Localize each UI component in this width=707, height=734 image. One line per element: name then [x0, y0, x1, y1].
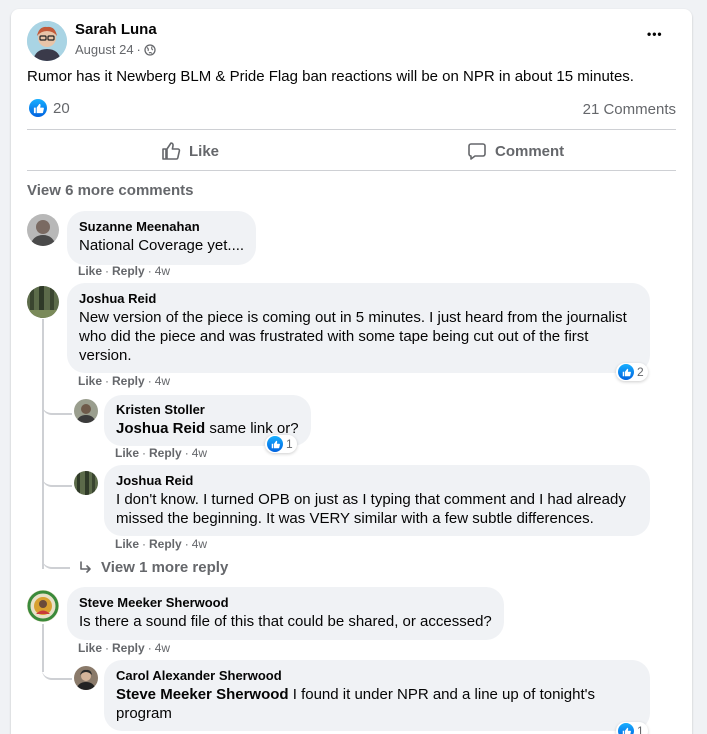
comment-text: New version of the piece is coming out i…	[79, 309, 627, 364]
post-text: Rumor has it Newberg BLM & Pride Flag ba…	[27, 68, 634, 85]
dot-separator: ·	[105, 641, 110, 655]
reaction-count: 1	[286, 437, 293, 451]
comment-reply-link[interactable]: Reply	[112, 374, 145, 388]
comment-author[interactable]: Suzanne Meenahan	[79, 219, 244, 234]
reply-author[interactable]: Joshua Reid	[116, 473, 638, 488]
replier-avatar[interactable]	[74, 471, 98, 495]
reply-timestamp[interactable]: 4w	[192, 537, 207, 551]
reaction-summary[interactable]: 20	[29, 99, 70, 117]
comment-bubble: Joshua Reid New version of the piece is …	[67, 283, 650, 373]
post-date[interactable]: August 24	[75, 42, 134, 57]
reply-reply-link[interactable]: Reply	[149, 446, 182, 460]
comment-timestamp[interactable]: 4w	[155, 641, 170, 655]
comment-bubble: Suzanne Meenahan National Coverage yet..…	[67, 211, 257, 265]
comment-button-label: Comment	[495, 142, 565, 160]
comment-like-link[interactable]: Like	[78, 374, 102, 388]
reply-mention[interactable]: Steve Meeker Sherwood	[116, 686, 289, 703]
comment-actions: Like · Reply · 4w	[78, 264, 170, 278]
reply-bubble: Joshua Reid I don't know. I turned OPB o…	[104, 465, 650, 536]
like-reaction-icon	[618, 723, 634, 734]
dot-separator: ·	[105, 264, 110, 278]
reply-actions: Like · Reply · 4w	[115, 537, 207, 551]
thread-line	[42, 319, 44, 569]
comment-reaction-badge[interactable]: 2	[616, 363, 648, 381]
reply-reaction-badge[interactable]: 1	[616, 722, 648, 734]
thread-line	[42, 624, 44, 672]
meta-separator: ·	[136, 42, 141, 57]
reply-reply-link[interactable]: Reply	[149, 537, 182, 551]
comment-actions: Like · Reply · 4w	[78, 374, 170, 388]
comment-reply-link[interactable]: Reply	[112, 641, 145, 655]
reply-like-link[interactable]: Like	[115, 446, 139, 460]
dot-separator: ·	[184, 446, 189, 460]
comment-text: National Coverage yet....	[79, 237, 245, 254]
reply-actions: Like · Reply · 4w	[115, 446, 207, 460]
replier-avatar[interactable]	[74, 666, 98, 690]
actions-top-divider	[27, 129, 676, 130]
reply-text: I don't know. I turned OPB on just as I …	[116, 491, 626, 527]
like-count: 20	[53, 99, 70, 117]
comment-like-link[interactable]: Like	[78, 641, 102, 655]
thumbs-up-icon	[162, 142, 181, 160]
dot-separator: ·	[147, 374, 152, 388]
dot-separator: ·	[142, 537, 147, 551]
like-button[interactable]: Like	[161, 141, 219, 161]
reply-arrow-icon	[80, 560, 91, 573]
actions-bottom-divider	[27, 170, 676, 171]
reply-reaction-badge[interactable]: 1	[265, 435, 297, 453]
post-card: Sarah Luna August 24 · ••• Rumor has it …	[11, 9, 692, 734]
like-reaction-icon	[267, 436, 283, 452]
view-more-replies-link[interactable]: View 1 more reply	[79, 559, 228, 576]
replier-avatar[interactable]	[74, 399, 98, 423]
comment-timestamp[interactable]: 4w	[155, 374, 170, 388]
commenter-avatar[interactable]	[27, 286, 59, 318]
comment-text: Is there a sound file of this that could…	[79, 613, 492, 630]
view-more-comments-link[interactable]: View 6 more comments	[27, 182, 193, 199]
post-meta: August 24 ·	[75, 42, 156, 57]
comment-like-link[interactable]: Like	[78, 264, 102, 278]
post-author-name[interactable]: Sarah Luna	[75, 21, 157, 38]
public-globe-icon	[144, 43, 156, 56]
comment-author[interactable]: Joshua Reid	[79, 291, 638, 306]
reply-author[interactable]: Kristen Stoller	[116, 402, 299, 417]
view-more-replies-label: View 1 more reply	[101, 559, 229, 576]
reply-timestamp[interactable]: 4w	[192, 446, 207, 460]
dot-separator: ·	[184, 537, 189, 551]
like-reaction-icon	[618, 364, 634, 380]
like-reaction-icon	[29, 99, 47, 117]
dot-separator: ·	[105, 374, 110, 388]
comment-timestamp[interactable]: 4w	[155, 264, 170, 278]
reaction-count: 2	[637, 365, 644, 379]
commenter-avatar[interactable]	[27, 590, 59, 622]
reply-connector	[42, 555, 70, 569]
comment-bubble-icon	[468, 143, 486, 160]
dot-separator: ·	[147, 264, 152, 278]
reaction-count: 1	[637, 724, 644, 734]
post-author-avatar[interactable]	[27, 21, 67, 61]
reply-mention[interactable]: Joshua Reid	[116, 420, 205, 437]
reply-connector	[42, 666, 72, 680]
comment-button[interactable]: Comment	[467, 141, 564, 161]
comment-author[interactable]: Steve Meeker Sherwood	[79, 595, 492, 610]
reply-connector	[42, 471, 72, 487]
reply-connector	[42, 399, 72, 415]
dot-separator: ·	[142, 446, 147, 460]
comment-bubble: Steve Meeker Sherwood Is there a sound f…	[67, 587, 504, 640]
like-button-label: Like	[189, 142, 220, 160]
dot-separator: ·	[147, 641, 152, 655]
comments-count[interactable]: 21 Comments	[583, 101, 676, 118]
comment-actions: Like · Reply · 4w	[78, 641, 170, 655]
reply-like-link[interactable]: Like	[115, 537, 139, 551]
reply-bubble: Carol Alexander Sherwood Steve Meeker Sh…	[104, 660, 650, 731]
reply-author[interactable]: Carol Alexander Sherwood	[116, 668, 638, 683]
more-options-icon[interactable]: •••	[647, 27, 663, 41]
comment-reply-link[interactable]: Reply	[112, 264, 145, 278]
commenter-avatar[interactable]	[27, 214, 59, 246]
